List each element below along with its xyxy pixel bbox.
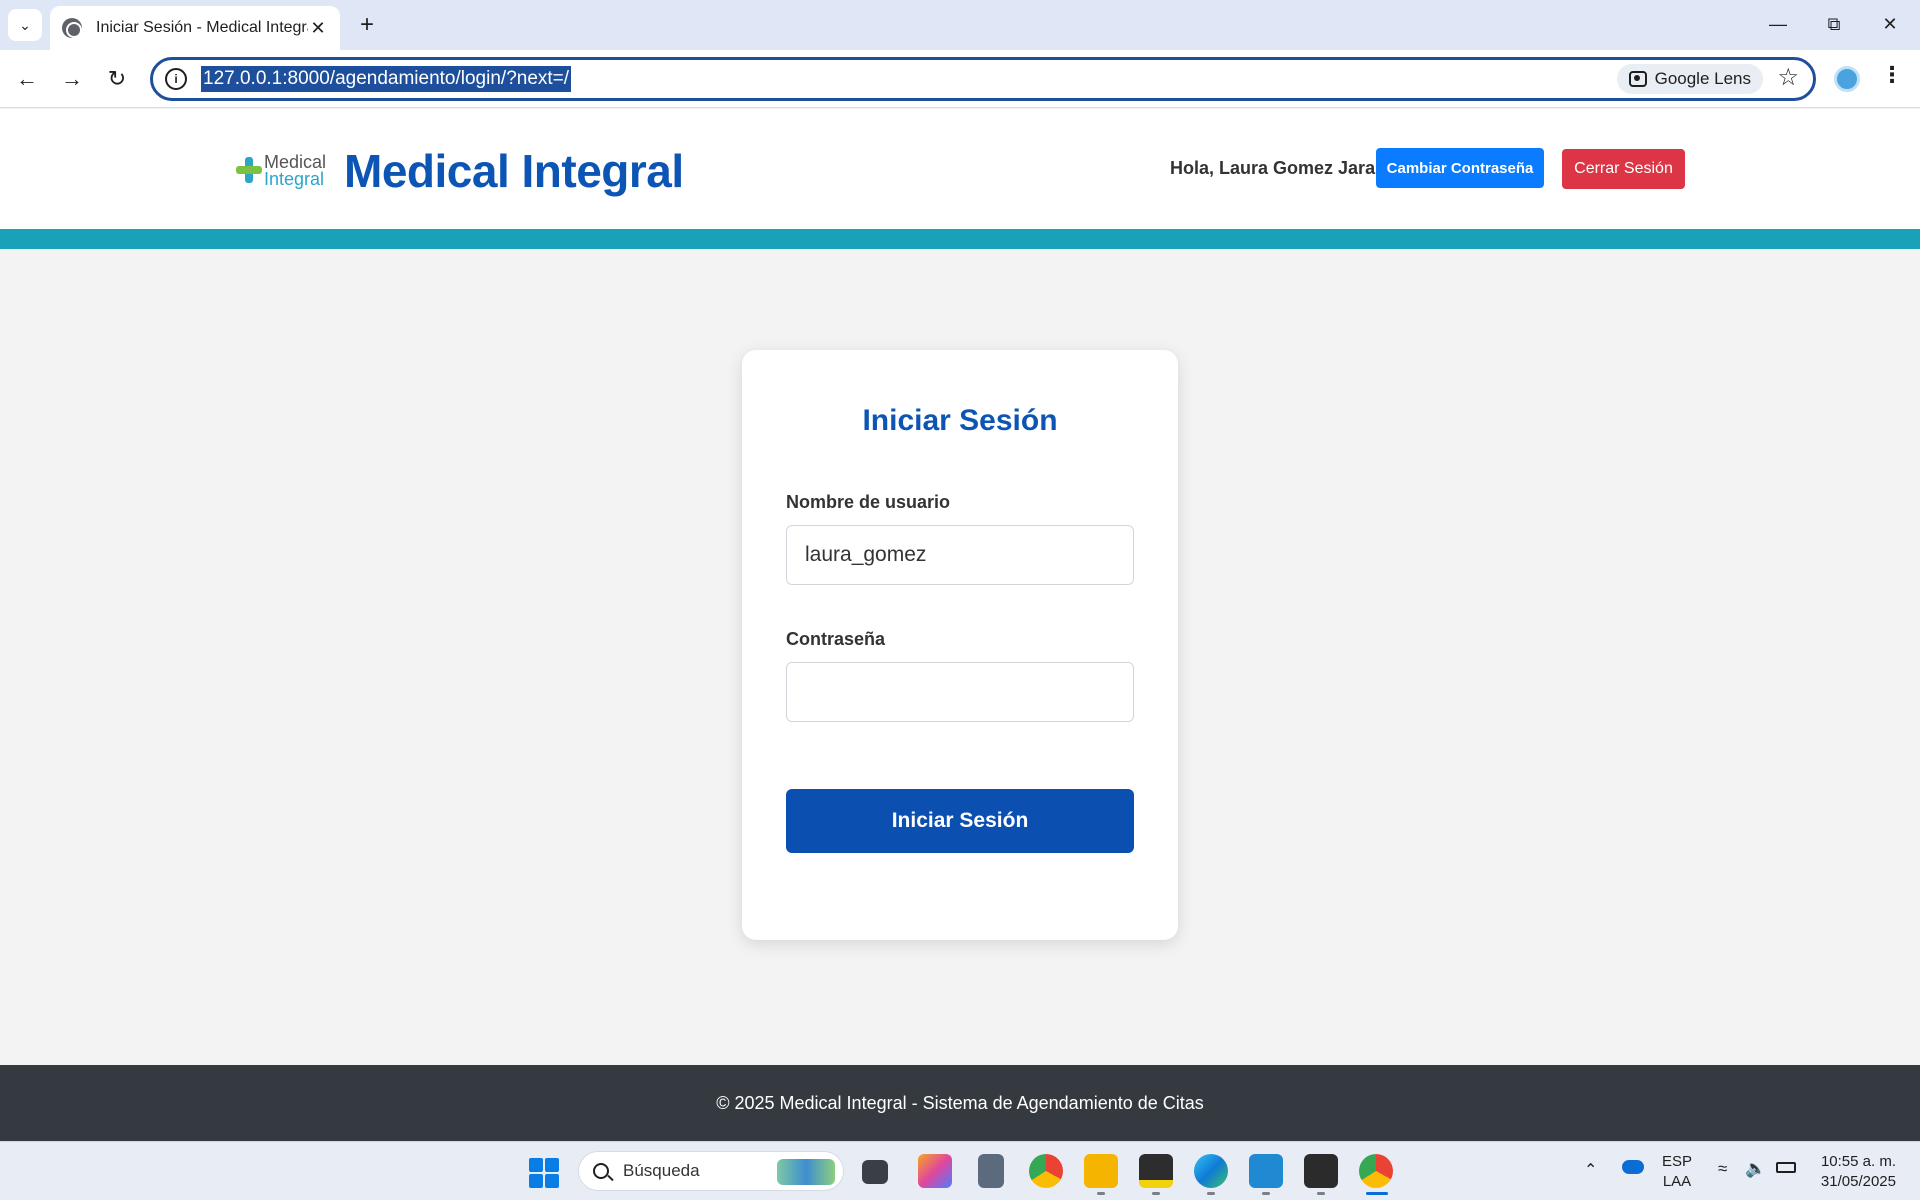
back-arrow-icon[interactable]: ← [10, 62, 44, 96]
copilot-icon[interactable] [918, 1154, 952, 1188]
clock-date: 31/05/2025 [1820, 1173, 1896, 1190]
login-title: Iniciar Sesión [862, 404, 1058, 437]
lang-line2: LAA [1662, 1173, 1692, 1190]
camera-lens-icon [1628, 71, 1647, 87]
profile-avatar-icon[interactable] [1834, 66, 1860, 92]
more-menu-icon[interactable]: ⋮ [1880, 62, 1904, 88]
chrome-active-indicator [1366, 1192, 1388, 1195]
bookmark-star-icon[interactable]: ☆ [1777, 63, 1799, 92]
task-view-icon[interactable] [862, 1160, 888, 1184]
reload-icon[interactable]: ↻ [100, 62, 134, 96]
footer-text: © 2025 Medical Integral - Sistema de Age… [716, 1092, 1204, 1113]
browser-toolbar: ← → ↻ i 127.0.0.1:8000/agendamiento/logi… [0, 50, 1920, 108]
site-footer: © 2025 Medical Integral - Sistema de Age… [0, 1065, 1920, 1141]
url-text[interactable]: 127.0.0.1:8000/agendamiento/login/?next=… [201, 66, 572, 92]
username-label: Nombre de usuario [786, 492, 951, 512]
browser-tabstrip: ⌄ Iniciar Sesión - Medical Integral ✕ + … [0, 0, 1920, 50]
vscode-icon[interactable] [1249, 1154, 1283, 1188]
user-greeting: Hola, Laura Gomez Jara [1170, 158, 1376, 178]
os-taskbar: Búsqueda ⌃ ESP LAA ≈ 🔈 10:55 a. m. 31/05… [0, 1141, 1920, 1200]
wifi-icon[interactable]: ≈ [1718, 1159, 1727, 1179]
battery-icon[interactable] [1776, 1162, 1796, 1173]
search-highlight-image [777, 1159, 835, 1185]
system-clock[interactable]: 10:55 a. m. 31/05/2025 [1800, 1152, 1896, 1192]
globe-icon [62, 18, 82, 38]
password-label: Contraseña [786, 629, 886, 649]
browser-tab-active[interactable]: Iniciar Sesión - Medical Integral ✕ [50, 6, 340, 50]
new-tab-plus-icon[interactable]: + [352, 10, 382, 40]
input-language-indicator[interactable]: ESP LAA [1662, 1152, 1692, 1192]
calculator-icon[interactable] [978, 1154, 1004, 1188]
chrome-icon[interactable] [1029, 1154, 1063, 1188]
password-field[interactable] [786, 662, 1134, 722]
forward-arrow-icon[interactable]: → [55, 62, 89, 96]
google-lens-label: Google Lens [1654, 69, 1751, 88]
edge-running-indicator [1207, 1192, 1215, 1195]
search-icon [593, 1163, 609, 1179]
terminal-running-indicator [1317, 1192, 1325, 1195]
clock-time: 10:55 a. m. [1820, 1153, 1896, 1170]
minimize-icon[interactable]: — [1758, 8, 1798, 40]
address-bar[interactable]: i 127.0.0.1:8000/agendamiento/login/?nex… [150, 57, 1816, 101]
site-info-icon[interactable]: i [165, 68, 187, 90]
login-card: Iniciar Sesión Nombre de usuario laura_g… [742, 350, 1178, 940]
onedrive-cloud-icon[interactable] [1622, 1160, 1644, 1174]
change-password-button[interactable]: Cambiar Contraseña [1376, 148, 1544, 188]
username-field[interactable]: laura_gomez [786, 525, 1134, 585]
logo-text-line2: Integral [264, 169, 325, 189]
chrome-active-icon[interactable] [1359, 1154, 1393, 1188]
google-lens-button[interactable]: Google Lens [1616, 64, 1763, 94]
volume-icon[interactable]: 🔈 [1745, 1159, 1766, 1179]
restore-icon[interactable]: ⧉ [1814, 8, 1854, 40]
site-logo[interactable]: Medical Integral [236, 153, 328, 189]
windows-start-icon[interactable] [529, 1158, 559, 1188]
close-tab-icon[interactable]: ✕ [308, 18, 328, 39]
sticky-notes-icon[interactable] [1139, 1154, 1173, 1188]
header-accent-bar [0, 229, 1920, 249]
edge-icon[interactable] [1194, 1154, 1228, 1188]
file-explorer-running-indicator [1097, 1192, 1105, 1195]
logout-button[interactable]: Cerrar Sesión [1562, 149, 1685, 189]
taskbar-search-placeholder: Búsqueda [623, 1161, 700, 1180]
taskbar-search[interactable]: Búsqueda [578, 1151, 844, 1191]
show-hidden-icons-chevron-icon[interactable]: ⌃ [1584, 1160, 1597, 1180]
close-window-icon[interactable]: ✕ [1870, 8, 1910, 40]
file-explorer-icon[interactable] [1084, 1154, 1118, 1188]
medical-cross-icon [236, 157, 262, 183]
sticky-notes-running-indicator [1152, 1192, 1160, 1195]
login-submit-button[interactable]: Iniciar Sesión [786, 789, 1134, 853]
site-header: Medical Integral Medical Integral Hola, … [0, 109, 1920, 229]
terminal-icon[interactable] [1304, 1154, 1338, 1188]
site-title: Medical Integral [344, 145, 684, 197]
lang-line1: ESP [1662, 1153, 1693, 1170]
vscode-running-indicator [1262, 1192, 1270, 1195]
tab-title: Iniciar Sesión - Medical Integral [96, 19, 308, 36]
tab-search-chevron-icon[interactable]: ⌄ [8, 9, 42, 41]
